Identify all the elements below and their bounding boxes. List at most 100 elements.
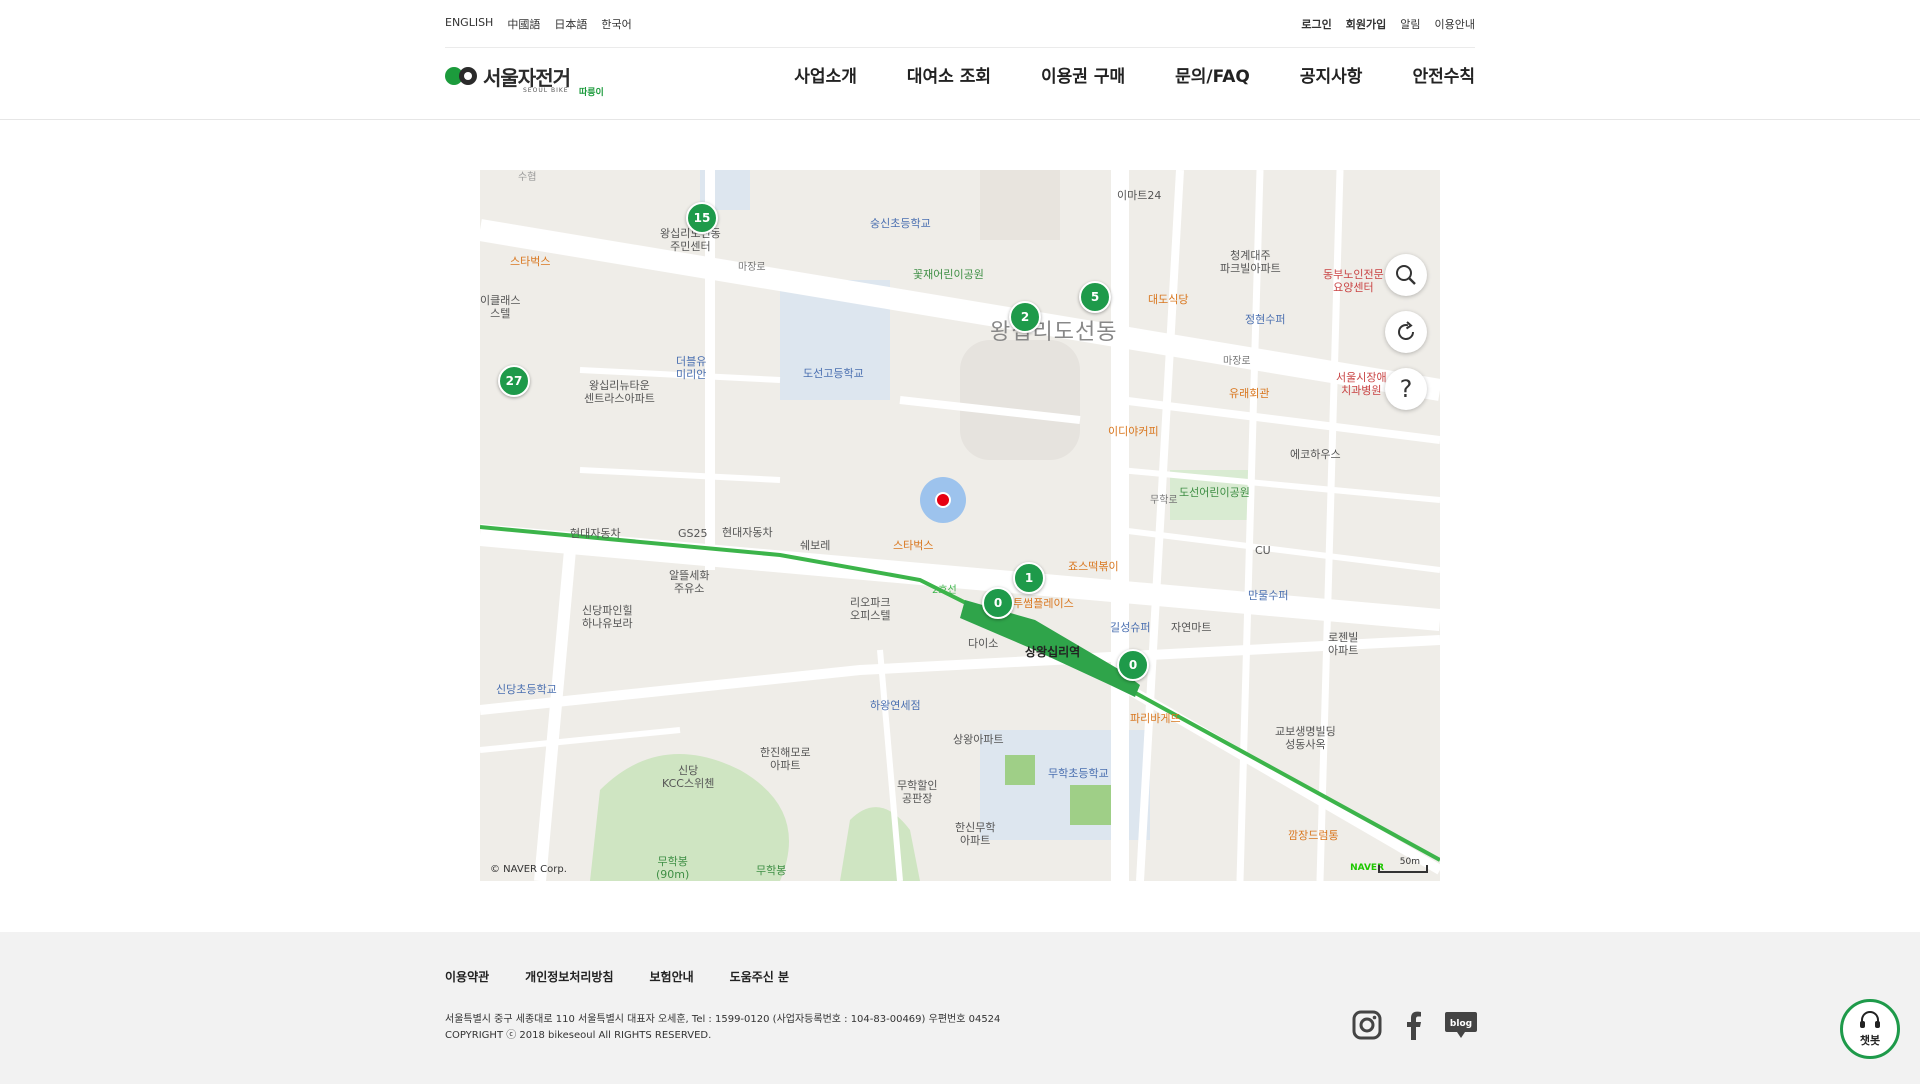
map-label: 다이소 — [968, 637, 999, 650]
road-label: 마장로 — [1223, 356, 1251, 367]
area-name: 왕십리도선동 — [990, 320, 1118, 345]
map-label: 길성슈퍼 — [1110, 621, 1151, 634]
map-label: 더블유 미리안 — [676, 355, 707, 381]
privacy-link[interactable]: 개인정보처리방침 — [525, 968, 613, 985]
footer-copyright: COPYRIGHT ⓒ 2018 bikeseoul All RIGHTS RE… — [445, 1030, 712, 1041]
map-label: 신당파인힐 하나유보라 — [582, 604, 633, 630]
map-copyright: © NAVER Corp. — [490, 864, 567, 875]
map-label: 무학봉 (90m) — [656, 855, 690, 881]
map-label: 대도식당 — [1148, 293, 1189, 306]
logo-circle-dark — [459, 67, 477, 85]
guide-link[interactable]: 이용안내 — [1435, 16, 1475, 32]
map-scale-bar — [1378, 865, 1428, 873]
nav-ticket-purchase[interactable]: 이용권 구매 — [1041, 62, 1125, 87]
current-location-marker — [935, 492, 951, 508]
map-label: 파리바게뜨 — [1130, 712, 1181, 725]
map-label: 신당 KCC스위첸 — [662, 764, 715, 790]
subway-line-label: 2호선 — [932, 585, 957, 596]
station-map[interactable]: 수협 숭신초등학교 왕십리도선동 주민센터 스타벅스 꽃재어린이공원 이마트24… — [480, 170, 1440, 881]
map-label: 교보생명빌딩 성동사옥 — [1275, 725, 1336, 751]
map-label: 동부노인전문 요양센터 — [1323, 268, 1384, 294]
notification-link[interactable]: 알림 — [1400, 16, 1420, 32]
contributors-link[interactable]: 도움주신 분 — [730, 968, 789, 985]
road-label: 마장로 — [738, 262, 766, 273]
refresh-icon — [1398, 321, 1414, 340]
map-label: 청계대주 파크빌아파트 — [1220, 249, 1281, 275]
map-label: 로젠빌 아파트 — [1328, 631, 1359, 657]
map-label: 한신무학 아파트 — [955, 821, 996, 847]
station-cluster[interactable]: 5 — [1079, 281, 1111, 313]
map-label: 이마트24 — [1117, 189, 1162, 202]
site-logo[interactable]: 서울자전거 SEOUL BIKE 따릉이 — [445, 62, 615, 100]
nav-station-search[interactable]: 대여소 조회 — [907, 62, 991, 87]
chatbot-button[interactable]: 챗봇 — [1840, 999, 1900, 1059]
login-link[interactable]: 로그인 — [1301, 16, 1331, 32]
station-cluster[interactable]: 0 — [1117, 649, 1149, 681]
map-label: 스타벅스 — [510, 255, 551, 268]
station-cluster[interactable]: 0 — [982, 587, 1014, 619]
map-label: 도선어린이공원 — [1179, 486, 1250, 499]
map-label: 신당초등학교 — [496, 683, 557, 696]
map-label: 현대자동차 — [722, 526, 773, 539]
lang-korean[interactable]: 한국어 — [601, 16, 631, 32]
station-cluster[interactable]: 15 — [686, 202, 718, 234]
station-cluster[interactable]: 1 — [1013, 562, 1045, 594]
map-label: 깜장드럼통 — [1288, 829, 1339, 842]
map-label: 정현수퍼 — [1245, 313, 1286, 326]
map-label: 수협 — [518, 172, 537, 183]
map-label: 스타벅스 — [893, 539, 934, 552]
map-label: 죠스떡볶이 — [1068, 560, 1119, 573]
map-label: 쉐보레 — [800, 539, 831, 552]
map-label: 무학봉 — [756, 864, 787, 877]
map-label: 하왕연세점 — [870, 699, 921, 712]
lang-english[interactable]: ENGLISH — [445, 16, 493, 32]
map-search-button[interactable] — [1385, 254, 1427, 296]
map-refresh-button[interactable] — [1385, 311, 1427, 353]
map-label: 상왕아파트 — [953, 733, 1004, 746]
map-label: 한진해모로 아파트 — [760, 746, 811, 772]
road-label: 무학로 — [1150, 495, 1178, 506]
map-label: 투썸플레이스 — [1013, 597, 1074, 610]
signup-link[interactable]: 회원가입 — [1346, 16, 1386, 32]
map-label: 알뜰세화 주유소 — [669, 569, 710, 595]
map-help-button[interactable]: ? — [1385, 368, 1427, 410]
lang-japanese[interactable]: 日本語 — [554, 16, 587, 32]
terms-link[interactable]: 이용약관 — [445, 968, 489, 985]
station-name: 상왕십리역 — [1025, 645, 1081, 659]
nav-safety[interactable]: 안전수칙 — [1412, 62, 1475, 87]
station-cluster[interactable]: 2 — [1009, 301, 1041, 333]
map-label: 서울시장애 치과병원 — [1336, 371, 1387, 397]
language-selector: ENGLISH 中國語 日本語 한국어 — [445, 16, 632, 32]
map-label: 숭신초등학교 — [870, 217, 931, 230]
nav-notice[interactable]: 공지사항 — [1300, 62, 1363, 87]
footer-address-line: 서울특별시 중구 세종대로 110 서울특별시 대표자 오세훈, Tel : 1… — [445, 1014, 1001, 1025]
facebook-icon[interactable] — [1404, 1010, 1422, 1044]
nav-faq[interactable]: 문의/FAQ — [1175, 62, 1250, 87]
sns-links: blog — [1352, 1010, 1478, 1044]
map-label: 에코하우스 — [1290, 448, 1341, 461]
map-label: CU — [1255, 544, 1271, 557]
instagram-icon[interactable] — [1352, 1010, 1382, 1044]
utility-links: 로그인 회원가입 알림 이용안내 — [1301, 16, 1475, 32]
map-label: 이디야커피 — [1108, 425, 1159, 438]
insurance-link[interactable]: 보험안내 — [650, 968, 694, 985]
station-cluster[interactable]: 27 — [498, 365, 530, 397]
map-label: 도선고등학교 — [803, 367, 864, 380]
logo-english-text: SEOUL BIKE — [523, 87, 569, 94]
logo-brand-text: 따릉이 — [579, 88, 604, 98]
map-label: GS25 — [678, 527, 708, 540]
map-label: 리오파크 오피스텔 — [850, 596, 891, 622]
map-label: 유래회관 — [1229, 387, 1270, 400]
main-navigation: 사업소개 대여소 조회 이용권 구매 문의/FAQ 공지사항 안전수칙 — [794, 62, 1475, 87]
help-icon: ? — [1399, 375, 1413, 403]
map-label: 이클래스 스텔 — [480, 294, 521, 320]
nav-about[interactable]: 사업소개 — [794, 62, 857, 87]
footer-address: 서울특별시 중구 세종대로 110 서울특별시 대표자 오세훈, Tel : 1… — [445, 1012, 1000, 1044]
lang-chinese[interactable]: 中國語 — [507, 16, 540, 32]
blog-icon[interactable]: blog — [1444, 1010, 1478, 1044]
headset-icon — [1860, 1010, 1880, 1028]
map-label: 왕십리도선동 주민센터 — [660, 227, 721, 253]
top-utility-bar: ENGLISH 中國語 日本語 한국어 로그인 회원가입 알림 이용안내 — [445, 0, 1475, 48]
map-label: 무학할인 공판장 — [897, 779, 938, 805]
map-label: 자연마트 — [1171, 621, 1212, 634]
